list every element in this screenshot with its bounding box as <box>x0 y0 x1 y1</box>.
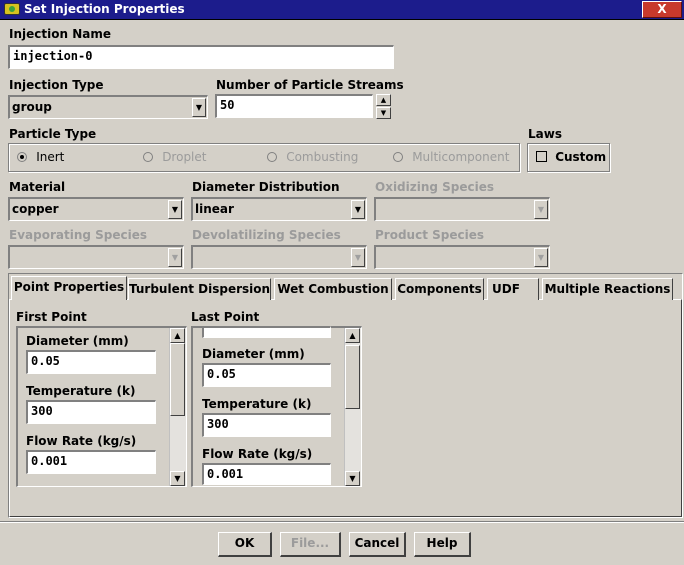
material-value: copper <box>12 202 59 216</box>
first-diameter-label: Diameter (mm) <box>26 334 129 348</box>
close-icon[interactable]: X <box>657 2 666 16</box>
particle-type-label: Particle Type <box>9 127 97 141</box>
devolatilizing-species-label: Devolatilizing Species <box>192 228 341 242</box>
chevron-down-icon[interactable]: ▼ <box>168 200 182 219</box>
close-button[interactable]: X <box>642 1 682 18</box>
last-diameter-field[interactable]: 0.05 <box>202 363 331 387</box>
devolatilizing-species-dropdown[interactable]: ▼ <box>191 245 367 269</box>
diameter-distribution-label: Diameter Distribution <box>192 180 340 194</box>
tab-udf[interactable]: UDF <box>487 278 539 300</box>
particle-streams-field[interactable]: 50 <box>215 94 373 118</box>
cancel-button[interactable]: Cancel <box>349 532 406 557</box>
injection-type-value: group <box>12 100 52 114</box>
radio-label: Combusting <box>286 150 359 164</box>
first-point-title: First Point <box>16 310 87 324</box>
last-point-scrollbar[interactable]: ▲ ▼ <box>344 328 361 486</box>
last-diameter-label: Diameter (mm) <box>202 347 305 361</box>
last-flow-rate-field[interactable]: 0.001 <box>202 463 331 485</box>
first-diameter-field[interactable]: 0.05 <box>26 350 156 374</box>
tab-turbulent-dispersion[interactable]: Turbulent Dispersion <box>128 278 271 300</box>
injection-type-dropdown[interactable]: group ▼ <box>8 95 208 119</box>
last-temperature-field[interactable]: 300 <box>202 413 331 437</box>
tab-components[interactable]: Components <box>395 278 484 300</box>
custom-laws-checkbox[interactable]: Custom <box>536 150 606 164</box>
first-temperature-field[interactable]: 300 <box>26 400 156 424</box>
spin-up-icon[interactable]: ▲ <box>376 94 391 106</box>
radio-label: Inert <box>36 150 65 164</box>
last-partial-field <box>202 326 331 338</box>
radio-label: Droplet <box>162 150 207 164</box>
product-species-label: Product Species <box>375 228 484 242</box>
radio-icon[interactable] <box>393 152 403 162</box>
last-temperature-label: Temperature (k) <box>202 397 312 411</box>
material-label: Material <box>9 180 66 194</box>
ok-button[interactable]: OK <box>218 532 272 557</box>
chevron-down-icon[interactable]: ▼ <box>168 248 182 267</box>
radio-icon[interactable] <box>267 152 277 162</box>
evaporating-species-label: Evaporating Species <box>9 228 148 242</box>
particle-type-combusting[interactable]: Combusting <box>267 150 358 164</box>
tab-wet-combustion[interactable]: Wet Combustion <box>274 278 392 300</box>
scroll-thumb[interactable] <box>345 345 360 409</box>
chevron-down-icon[interactable]: ▼ <box>192 98 206 117</box>
spin-down-icon[interactable]: ▼ <box>376 107 391 119</box>
injection-name-field[interactable]: injection-0 <box>8 45 394 69</box>
laws-label: Laws <box>528 127 562 141</box>
help-button[interactable]: Help <box>414 532 471 557</box>
chevron-down-icon[interactable]: ▼ <box>534 200 548 219</box>
first-flow-rate-field[interactable]: 0.001 <box>26 450 156 474</box>
chevron-down-icon[interactable]: ▼ <box>351 200 365 219</box>
bottom-separator <box>0 521 684 523</box>
evaporating-species-dropdown[interactable]: ▼ <box>8 245 184 269</box>
scroll-up-icon[interactable]: ▲ <box>345 328 360 343</box>
radio-icon[interactable] <box>143 152 153 162</box>
radio-selected-icon[interactable] <box>17 152 27 162</box>
radio-label: Multicomponent <box>412 150 510 164</box>
tab-point-properties[interactable]: Point Properties <box>11 276 127 300</box>
window-title: Set Injection Properties <box>24 2 185 16</box>
last-flow-rate-label: Flow Rate (kg/s) <box>202 447 313 461</box>
last-point-title: Last Point <box>191 310 260 324</box>
scroll-up-icon[interactable]: ▲ <box>170 328 185 343</box>
checkbox-icon[interactable] <box>536 151 547 162</box>
injection-name-label: Injection Name <box>9 27 111 41</box>
file-button[interactable]: File... <box>280 532 341 557</box>
diameter-distribution-dropdown[interactable]: linear ▼ <box>191 197 367 221</box>
injection-type-label: Injection Type <box>9 78 104 92</box>
scroll-thumb[interactable] <box>170 343 185 416</box>
scroll-down-icon[interactable]: ▼ <box>345 471 360 486</box>
first-temperature-label: Temperature (k) <box>26 384 136 398</box>
product-species-dropdown[interactable]: ▼ <box>374 245 550 269</box>
diameter-distribution-value: linear <box>195 202 234 216</box>
chevron-down-icon[interactable]: ▼ <box>534 248 548 267</box>
first-flow-rate-label: Flow Rate (kg/s) <box>26 434 137 448</box>
chevron-down-icon[interactable]: ▼ <box>351 248 365 267</box>
tab-multiple-reactions[interactable]: Multiple Reactions <box>542 278 673 300</box>
scroll-down-icon[interactable]: ▼ <box>170 471 185 486</box>
particle-streams-label: Number of Particle Streams <box>216 78 404 92</box>
oxidizing-species-label: Oxidizing Species <box>375 180 495 194</box>
oxidizing-species-dropdown[interactable]: ▼ <box>374 197 550 221</box>
first-point-scrollbar[interactable]: ▲ ▼ <box>169 328 186 486</box>
app-icon <box>4 3 20 15</box>
material-dropdown[interactable]: copper ▼ <box>8 197 184 221</box>
custom-laws-label: Custom <box>555 150 607 164</box>
particle-type-multicomponent[interactable]: Multicomponent <box>393 150 509 164</box>
particle-type-droplet[interactable]: Droplet <box>143 150 206 164</box>
particle-type-inert[interactable]: Inert <box>17 150 64 164</box>
